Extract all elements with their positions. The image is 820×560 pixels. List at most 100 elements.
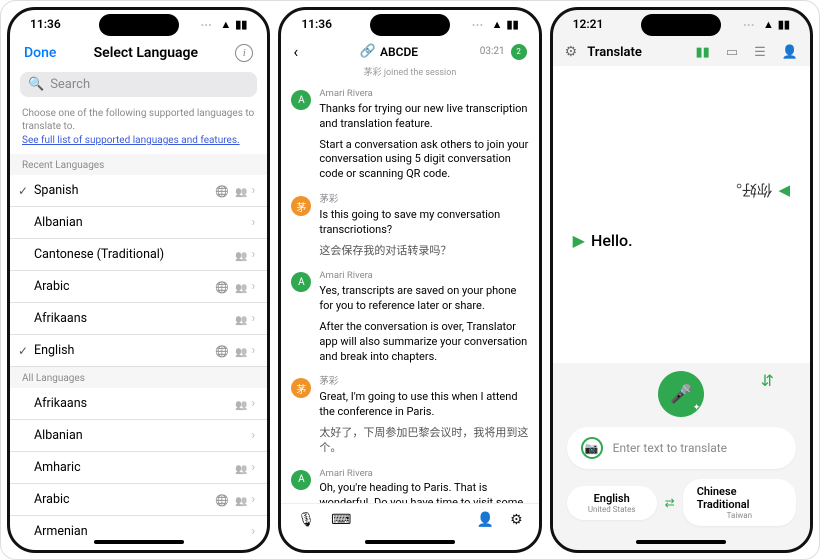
view-conversation-button[interactable]: 👤 — [782, 45, 798, 60]
play-local-button[interactable]: ▶ — [573, 231, 585, 250]
avatar: A — [291, 90, 311, 110]
home-indicator — [636, 540, 726, 544]
message-text: After the conversation is over, Translat… — [319, 320, 528, 365]
phone-language-picker: 11:36 ▲ ▮▮ Done Select Language i 🔍 Sear… — [7, 7, 270, 553]
chevron-right-icon: › — [251, 492, 255, 507]
chevron-right-icon: › — [251, 183, 255, 198]
avatar: 茅 — [291, 378, 311, 398]
language-pair-row: English United States ⇄ Chinese Traditio… — [567, 479, 796, 526]
message-text: Is this going to save my conversation tr… — [319, 208, 528, 238]
status-bar: 11:36 ▲ ▮▮ — [281, 10, 538, 38]
mute-button[interactable]: 🎙︎ — [297, 512, 315, 528]
conversation-icon — [235, 248, 247, 262]
view-single-button[interactable]: ▭ — [726, 45, 738, 60]
swap-panels-button[interactable]: ⇵ — [761, 371, 774, 390]
language-name: Armenian — [34, 524, 88, 536]
battery-icon: ▮▮ — [235, 18, 247, 31]
text-input[interactable]: 📷 Enter text to translate — [567, 427, 796, 469]
status-icons: ▲ ▮▮ — [743, 18, 790, 31]
globe-icon — [215, 184, 229, 198]
search-icon: 🔍 — [28, 77, 44, 92]
play-remote-button[interactable]: ◀ — [778, 181, 790, 199]
language-feature-icons — [235, 461, 247, 475]
target-language-chip[interactable]: Chinese Traditional Taiwan — [683, 479, 796, 526]
supported-languages-link[interactable]: See full list of supported languages and… — [10, 135, 267, 154]
status-bar: 11:36 ▲ ▮▮ — [10, 10, 267, 38]
link-icon: 🔗 — [360, 44, 376, 59]
sender-name: Amari Rivera — [319, 468, 528, 481]
timer-label: 03:21 — [480, 46, 505, 57]
chevron-right-icon: › — [251, 524, 255, 536]
conversation-icon — [235, 312, 247, 326]
language-row[interactable]: Amharic› — [10, 452, 267, 484]
search-input[interactable]: 🔍 Search — [20, 72, 257, 97]
message-body: Amari RiveraYes, transcripts are saved o… — [319, 270, 528, 370]
chevron-right-icon: › — [251, 396, 255, 411]
chat-transcript[interactable]: AAmari RiveraThanks for trying our new l… — [281, 82, 538, 503]
view-split-button[interactable]: ▮▮ — [696, 45, 710, 60]
status-time: 12:21 — [573, 17, 604, 31]
sender-name: 茅彩 — [319, 194, 528, 207]
source-language-chip[interactable]: English United States — [567, 486, 657, 520]
back-button[interactable]: ‹ — [293, 42, 298, 61]
chat-message: 茅茅彩Is this going to save my conversation… — [291, 194, 528, 264]
language-row[interactable]: Arabic› — [10, 271, 267, 303]
language-feature-icons — [215, 280, 247, 294]
status-bar: 12:21 ▲ ▮▮ — [553, 10, 810, 38]
search-placeholder: Search — [50, 77, 90, 92]
camera-button[interactable]: 📷 — [581, 437, 603, 459]
keyboard-button[interactable]: ⌨︎ — [331, 512, 351, 528]
settings-button[interactable]: ⚙︎ — [510, 512, 523, 528]
language-row[interactable]: Afrikaans› — [10, 388, 267, 420]
language-name: Afrikaans — [34, 311, 87, 326]
language-row[interactable]: Armenian › — [10, 516, 267, 536]
language-row[interactable]: Afrikaans› — [10, 303, 267, 335]
home-indicator — [365, 540, 455, 544]
local-translation-row: ▶ Hello. — [573, 231, 790, 250]
view-list-button[interactable]: ☰ — [754, 45, 766, 60]
conversation-toolbar: 🎙︎ ⌨︎ 👤 ⚙︎ — [281, 503, 538, 536]
all-section-label: All Languages — [10, 367, 267, 388]
message-text: Oh, you're heading to Paris. That is won… — [319, 481, 528, 503]
language-row[interactable]: Albanian› — [10, 420, 267, 452]
input-placeholder: Enter text to translate — [613, 441, 727, 455]
language-feature-icons — [235, 397, 247, 411]
translation-canvas: 你好。 ◀ ▶ Hello. — [553, 66, 810, 363]
message-body: 茅彩Great, I'm going to use this when I at… — [319, 376, 528, 461]
remote-text: 你好。 — [727, 180, 772, 201]
chevron-right-icon: › — [251, 343, 255, 358]
language-feature-icons — [235, 248, 247, 262]
chat-message: 茅茅彩Great, I'm going to use this when I a… — [291, 376, 528, 461]
notch — [641, 14, 721, 36]
conversation-icon — [235, 344, 247, 358]
language-row[interactable]: English › — [10, 335, 267, 367]
language-row[interactable]: Albanian› — [10, 207, 267, 239]
language-row[interactable]: Cantonese (Traditional)› — [10, 239, 267, 271]
notch — [370, 14, 450, 36]
add-participant-button[interactable]: 👤 — [477, 512, 494, 528]
language-name: Cantonese (Traditional) — [34, 247, 164, 262]
language-row[interactable]: Arabic› — [10, 484, 267, 516]
participants-badge[interactable]: 2 — [511, 44, 527, 60]
wifi-icon: ▲ — [220, 18, 231, 31]
sender-name: 茅彩 — [319, 376, 528, 389]
settings-button[interactable]: ⚙︎ — [565, 44, 578, 60]
wifi-icon: ▲ — [763, 18, 774, 31]
chevron-right-icon: › — [251, 460, 255, 475]
phone-conversation: 11:36 ▲ ▮▮ ‹ 🔗 ABCDE 03:21 2 茅彩 joined t… — [278, 7, 541, 553]
mic-button[interactable]: 🎤✦ — [658, 371, 704, 417]
globe-icon — [215, 344, 229, 358]
swap-languages-button[interactable]: ⇄ — [665, 496, 675, 510]
help-text: Choose one of the following supported la… — [10, 101, 267, 135]
chevron-right-icon: › — [251, 279, 255, 294]
conversation-icon — [235, 184, 247, 198]
source-language-sub: United States — [588, 505, 636, 514]
message-text: Yes, transcripts are saved on your phone… — [319, 284, 528, 314]
language-row[interactable]: Spanish› — [10, 175, 267, 207]
done-button[interactable]: Done — [24, 45, 56, 61]
phone-translate: 12:21 ▲ ▮▮ ⚙︎ Translate ▮▮ ▭ ☰ 👤 你好。 ◀ ▶… — [550, 7, 813, 553]
status-icons: ▲ ▮▮ — [201, 18, 248, 31]
info-button[interactable]: i — [235, 44, 253, 62]
language-name: English — [34, 343, 74, 358]
status-time: 11:36 — [30, 17, 61, 31]
